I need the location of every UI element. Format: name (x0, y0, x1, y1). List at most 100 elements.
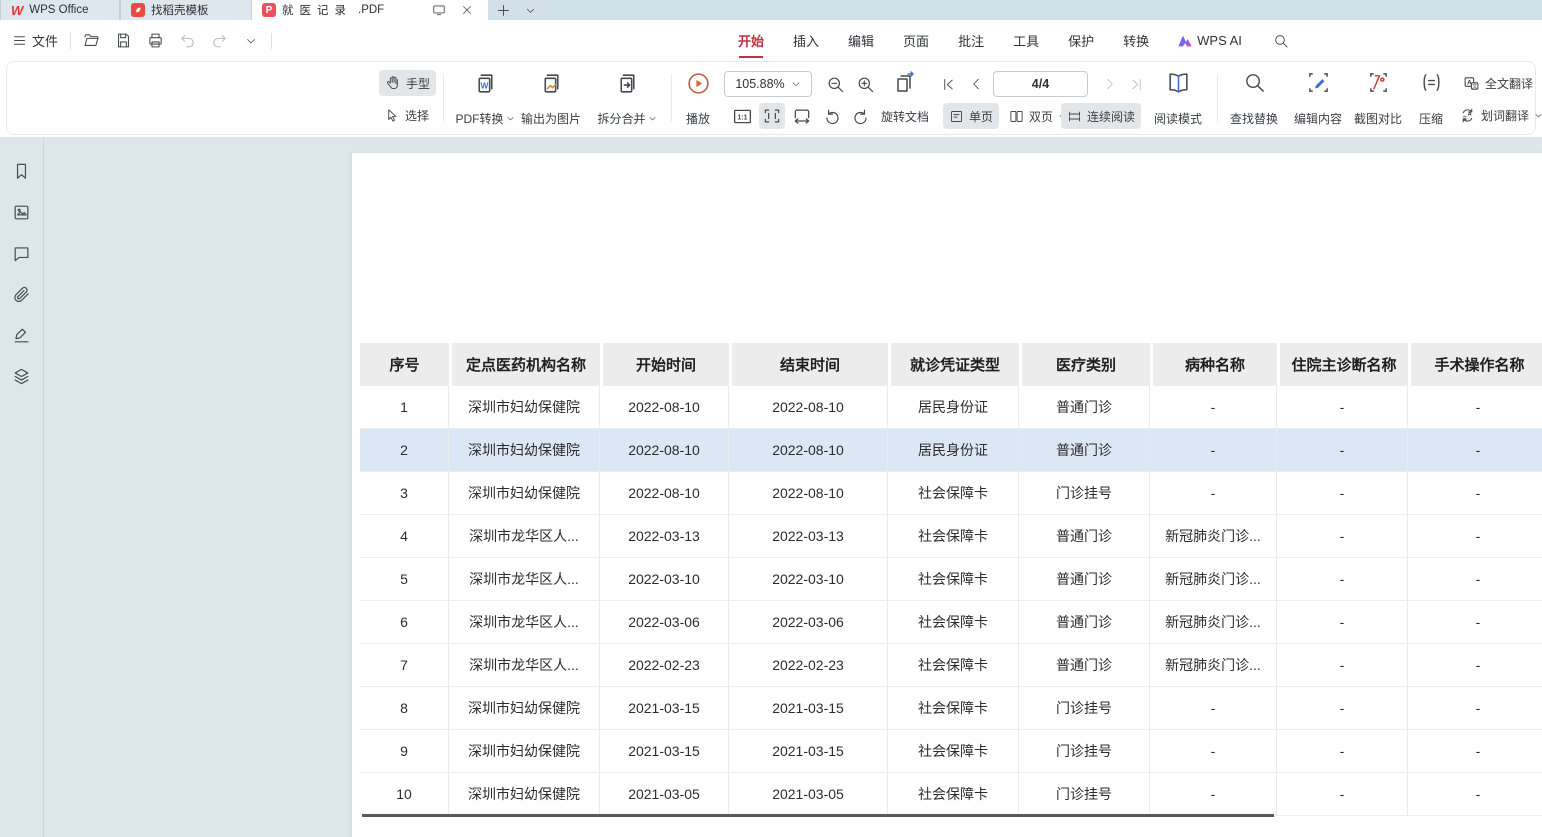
left-panel-bar (0, 137, 44, 837)
table-cell: 深圳市妇幼保健院 (449, 730, 600, 772)
table-cell: 深圳市妇幼保健院 (449, 429, 600, 471)
print-button[interactable] (143, 29, 167, 53)
menu-page[interactable]: 页面 (902, 27, 930, 54)
menu-comment[interactable]: 批注 (957, 27, 985, 54)
save-button[interactable] (111, 29, 135, 53)
file-menu-button[interactable]: 文件 (8, 31, 62, 50)
open-file-button[interactable] (79, 29, 103, 53)
pdf-convert-button[interactable]: W PDF转换 (447, 68, 523, 130)
close-tab-icon[interactable] (456, 4, 478, 16)
page-number-input[interactable]: 4/4 (993, 71, 1088, 97)
fit-page-button[interactable] (789, 103, 815, 129)
translate-icon: A文 (1463, 75, 1480, 92)
present-to-screen-icon[interactable] (428, 3, 450, 17)
continuous-read-button[interactable]: 连续阅读 (1061, 103, 1141, 129)
table-cell: 2022-08-10 (600, 386, 729, 428)
select-tool-button[interactable]: 选择 (379, 102, 435, 128)
bookmark-icon[interactable] (10, 159, 34, 183)
table-header-cell: 住院主诊断名称 (1277, 343, 1408, 386)
rotate-left-button[interactable] (819, 103, 845, 129)
thumbnails-icon[interactable] (10, 200, 34, 224)
previous-page-button[interactable] (963, 71, 989, 97)
rotate-pages-button[interactable] (892, 70, 918, 96)
table-cell: 深圳市妇幼保健院 (449, 472, 600, 514)
table-row: 3深圳市妇幼保健院2022-08-102022-08-10社会保障卡门诊挂号--… (360, 472, 1542, 515)
table-cell: 深圳市龙华区人... (449, 558, 600, 600)
first-page-button[interactable] (935, 71, 961, 97)
undo-button[interactable] (175, 29, 199, 53)
word-translate-button[interactable]: A文 划词翻译 (1453, 102, 1542, 128)
read-mode-button[interactable]: 阅读模式 (1145, 68, 1211, 130)
wps-ai-button[interactable]: WPS AI (1177, 33, 1242, 48)
table-header-row: 序号定点医药机构名称开始时间结束时间就诊凭证类型医疗类别病种名称住院主诊断名称手… (360, 343, 1542, 386)
table-cell: 居民身份证 (888, 386, 1019, 428)
continuous-read-label: 连续阅读 (1087, 108, 1135, 125)
comment-icon[interactable] (10, 241, 34, 265)
attachment-icon[interactable] (10, 282, 34, 306)
next-page-button[interactable] (1097, 71, 1123, 97)
compress-button[interactable]: 压缩 (1409, 68, 1453, 130)
split-merge-button[interactable]: 拆分合并 (589, 68, 665, 130)
table-cell: 社会保障卡 (888, 773, 1019, 815)
menu-home[interactable]: 开始 (737, 27, 765, 54)
export-image-button[interactable]: 输出为图片 (515, 68, 587, 130)
divider (271, 33, 272, 49)
search-icon (1243, 71, 1266, 94)
table-cell: - (1277, 429, 1408, 471)
edit-content-button[interactable]: 编辑内容 (1287, 68, 1349, 130)
tab-wps-office[interactable]: W WPS Office (0, 0, 120, 20)
layers-icon[interactable] (10, 364, 34, 388)
table-cell: 2021-03-15 (729, 730, 888, 772)
table-cell: - (1277, 515, 1408, 557)
fit-width-button[interactable] (759, 103, 785, 129)
menu-convert[interactable]: 转换 (1122, 27, 1150, 54)
table-cell: 2022-03-13 (600, 515, 729, 557)
split-merge-label: 拆分合并 (597, 110, 645, 127)
continuous-scroll-icon (1067, 109, 1082, 124)
menu-tools[interactable]: 工具 (1012, 27, 1040, 54)
rotate-document-button[interactable]: 旋转文档 (875, 103, 935, 129)
table-cell: 2021-03-05 (600, 773, 729, 815)
more-commands-chevron-icon[interactable] (239, 29, 263, 53)
document-viewer: 序号定点医药机构名称开始时间结束时间就诊凭证类型医疗类别病种名称住院主诊断名称手… (0, 137, 1542, 837)
table-cell: - (1408, 773, 1542, 815)
single-page-button[interactable]: 单页 (943, 103, 999, 129)
menu-search-icon[interactable] (1269, 29, 1293, 53)
full-translate-button[interactable]: A文 全文翻译 (1457, 70, 1539, 96)
table-cell: 社会保障卡 (888, 472, 1019, 514)
redo-button[interactable] (207, 29, 231, 53)
rotate-right-button[interactable] (847, 103, 873, 129)
table-cell: 1 (360, 386, 449, 428)
zoom-level-select[interactable]: 105.88% (724, 71, 812, 97)
table-cell: 2021-03-05 (729, 773, 888, 815)
table-cell: 2022-02-23 (729, 644, 888, 686)
table-cell: 2022-03-06 (600, 601, 729, 643)
screenshot-compare-button[interactable]: 截图对比 (1347, 68, 1409, 130)
table-cell: 新冠肺炎门诊... (1150, 515, 1277, 557)
hand-tool-button[interactable]: 手型 (379, 70, 436, 96)
find-replace-button[interactable]: 查找替换 (1223, 68, 1285, 130)
menu-protect[interactable]: 保护 (1067, 27, 1095, 54)
tab-list-chevron-icon[interactable] (518, 0, 542, 20)
divider (1217, 74, 1218, 122)
svg-text:1:1: 1:1 (737, 114, 747, 121)
table-cell: - (1277, 386, 1408, 428)
play-slideshow-button[interactable]: 播放 (675, 68, 721, 130)
pdf-page[interactable]: 序号定点医药机构名称开始时间结束时间就诊凭证类型医疗类别病种名称住院主诊断名称手… (352, 153, 1542, 837)
actual-size-button[interactable]: 1:1 (729, 103, 755, 129)
tab-document-active[interactable]: P 就医记录 .PDF (252, 0, 488, 20)
divider (443, 74, 444, 122)
table-cell: 2021-03-15 (600, 730, 729, 772)
read-mode-label: 阅读模式 (1154, 110, 1202, 127)
signature-icon[interactable] (10, 323, 34, 347)
zoom-in-button[interactable] (852, 71, 878, 97)
new-tab-button[interactable] (488, 0, 518, 20)
zoom-out-button[interactable] (822, 71, 848, 97)
menu-edit[interactable]: 编辑 (847, 27, 875, 54)
single-page-icon (949, 109, 964, 124)
tab-docer-templates[interactable]: 找稻壳模板 (120, 0, 252, 20)
table-cell: - (1277, 601, 1408, 643)
tab-document-ext: .PDF (358, 4, 384, 16)
menu-insert[interactable]: 插入 (792, 27, 820, 54)
compress-icon (1420, 71, 1443, 94)
